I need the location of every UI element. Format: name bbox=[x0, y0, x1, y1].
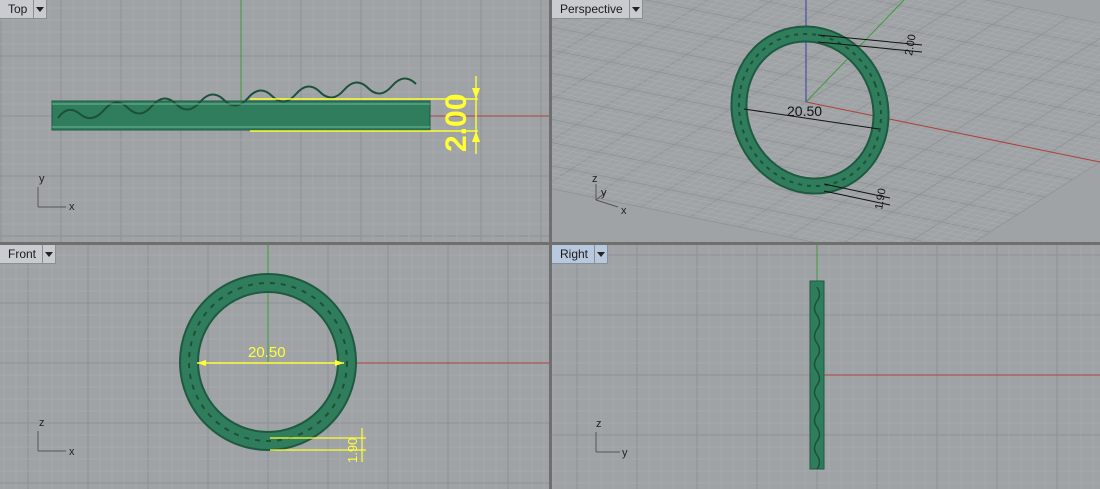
axis-widget: y x bbox=[37, 173, 75, 213]
axis-label-x: x bbox=[69, 446, 75, 458]
dimension-diameter: 20.50 bbox=[197, 344, 344, 366]
tab-perspective-label: Perspective bbox=[560, 2, 623, 16]
chevron-down-icon[interactable] bbox=[628, 0, 642, 18]
grid bbox=[552, 245, 1100, 489]
dimension-height-label: 2.00 bbox=[440, 94, 473, 152]
grid-line bbox=[577, 0, 1100, 107]
chevron-down-icon[interactable] bbox=[33, 0, 46, 18]
chevron-down-icon[interactable] bbox=[594, 245, 607, 263]
axis-widget: z y x bbox=[592, 173, 627, 217]
axis-label-z: z bbox=[596, 418, 602, 430]
viewport-perspective[interactable]: 20.50 2.00 1.90 z y x Perspective bbox=[552, 0, 1100, 242]
right-canvas[interactable]: z y bbox=[552, 245, 1100, 489]
grid-line bbox=[552, 0, 747, 125]
axis-label-x: x bbox=[69, 201, 75, 213]
grid-line bbox=[552, 0, 773, 141]
dimension-thickness-label: 1.90 bbox=[345, 438, 360, 463]
perspective-canvas[interactable]: 20.50 2.00 1.90 z y x bbox=[552, 0, 1100, 242]
axis-label-y: y bbox=[39, 173, 45, 185]
axis-label-z: z bbox=[592, 173, 598, 185]
tab-right[interactable]: Right bbox=[552, 245, 609, 264]
viewport-front[interactable]: 20.50 1.90 z x Front bbox=[0, 245, 549, 489]
ring-side bbox=[809, 280, 825, 470]
axis-label-y: y bbox=[622, 447, 628, 459]
tab-front-label: Front bbox=[8, 247, 37, 261]
tab-top-label: Top bbox=[8, 2, 28, 16]
grid-line bbox=[552, 0, 618, 42]
dimension-diameter-label: 20.50 bbox=[248, 344, 286, 361]
dimension-width-label: 2.00 bbox=[903, 33, 919, 56]
front-canvas[interactable]: 20.50 1.90 z x bbox=[0, 245, 549, 489]
grid-line bbox=[787, 38, 1100, 238]
tab-perspective[interactable]: Perspective bbox=[552, 0, 643, 19]
axis-label-x: x bbox=[621, 205, 627, 217]
tab-right-label: Right bbox=[560, 247, 589, 261]
dimension-diameter-label: 20.50 bbox=[787, 103, 822, 119]
axis-label-y: y bbox=[601, 187, 607, 199]
tab-top[interactable]: Top bbox=[0, 0, 48, 19]
axis-label-z: z bbox=[39, 417, 45, 429]
tab-front[interactable]: Front bbox=[0, 245, 57, 264]
dimension-diameter: 20.50 bbox=[743, 103, 880, 130]
viewport-right[interactable]: z y Right bbox=[552, 245, 1100, 489]
viewport-top[interactable]: 2.00 y x Top bbox=[0, 0, 549, 242]
chevron-down-icon[interactable] bbox=[42, 245, 55, 263]
top-canvas[interactable]: 2.00 y x bbox=[0, 0, 549, 242]
